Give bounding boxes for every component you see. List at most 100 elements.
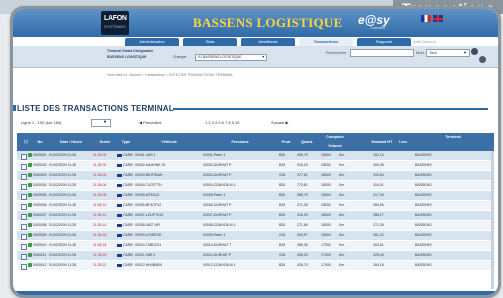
col-duration[interactable]: Durée <box>93 133 117 151</box>
fuel-type-icon <box>117 193 122 197</box>
next-page-link[interactable]: Suivant ▶ <box>271 120 289 125</box>
tab-transactions[interactable]: Transactions <box>299 38 353 46</box>
cell-date: 01/02/2009 11:28 <box>49 221 93 230</box>
cell-pers: 00009-Peter 1 <box>203 231 277 240</box>
cell-text: BASSENS <box>415 213 432 217</box>
cell-text: 18000 <box>321 173 331 177</box>
row-checkbox[interactable] <box>21 183 27 190</box>
sort-label: Mois <box>416 50 425 55</box>
col-vehicle[interactable]: Véhicule <box>135 133 203 151</box>
col-counter[interactable]: Compteur <box>319 133 351 142</box>
row-checkbox[interactable] <box>21 243 27 250</box>
cell-text: 271,66 <box>297 223 308 227</box>
cell-amt: 284,56 <box>373 201 393 210</box>
status-ok-icon <box>28 203 32 207</box>
table-row[interactable]: 0000003 01/02/2009 11:28 11:28:04 CARB 00003… <box>17 171 494 180</box>
app-header: LAFON SYSTEMES BASSENS LOGISTIQUE e@sy C… <box>13 9 498 37</box>
tab-stats[interactable]: Stats <box>183 38 237 46</box>
row-checkbox[interactable] <box>21 253 27 260</box>
cell-type: CARB <box>117 261 135 270</box>
cell-type: CARB <box>117 241 135 250</box>
row-checkbox[interactable] <box>21 163 27 170</box>
page-numbers[interactable]: 1 2 3 4 5 6 7 8 9 10 <box>205 120 239 125</box>
col-amount[interactable]: Montant HT <box>371 133 393 151</box>
cell-qty: 335,00 <box>297 251 319 260</box>
table-row[interactable]: 0000009 01/02/2009 11:28 11:28:16 CARB 00009… <box>17 231 494 240</box>
cell-text: 00001-VAR 1 <box>135 153 156 157</box>
table-scrollbar[interactable] <box>491 151 494 289</box>
col-no[interactable]: No <box>33 133 47 151</box>
col-quantity[interactable]: Quant. <box>295 133 319 151</box>
page-size-select[interactable] <box>91 119 111 127</box>
row-checkbox[interactable] <box>21 203 27 210</box>
tab-rapports[interactable]: Rapports <box>357 38 411 46</box>
search-input[interactable] <box>350 49 414 57</box>
cell-text: CARB <box>123 213 133 217</box>
row-checkbox[interactable] <box>21 173 27 180</box>
cell-text: B30 <box>279 203 286 207</box>
col-product[interactable]: Prod <box>277 133 295 151</box>
col-terminal[interactable]: Terminal <box>415 133 491 142</box>
col-person[interactable]: Personne <box>203 133 277 151</box>
table-row[interactable]: 0000010 01/02/2009 11:28 11:28:18 CARB 00010… <box>17 241 494 250</box>
cell-dur: 11:28:06 <box>93 181 117 190</box>
table-row[interactable]: 0000001 01/02/2009 11:28 11:28:00 CARB 00001… <box>17 151 494 160</box>
cell-no: 0000010 <box>33 241 49 250</box>
cell-veh: 00006-BF4CP12 <box>135 201 203 210</box>
cell-text: CARB <box>123 153 133 157</box>
cell-term: BASSENS <box>415 171 455 180</box>
status-ok-icon <box>28 193 32 197</box>
row-checkbox[interactable] <box>21 263 27 270</box>
cell-text: 316,00 <box>297 163 308 167</box>
table-row[interactable]: 0000007 01/02/2009 11:28 11:28:12 CARB 00007… <box>17 211 494 220</box>
cell-text: 00011-VAR 1 <box>135 253 156 257</box>
row-checkbox[interactable] <box>21 193 27 200</box>
cell-text: 0000011 <box>33 253 47 257</box>
company-logo[interactable]: LAFON SYSTEMES <box>101 11 129 35</box>
cell-text: 217,39 <box>373 193 384 197</box>
cell-text: BASSENS <box>415 223 432 227</box>
cell-no: 0000003 <box>33 171 49 180</box>
terminal-select[interactable]: 01 BASSENS LOGISTIQUE ▼ <box>195 54 267 61</box>
print-icon[interactable] <box>479 56 486 63</box>
terminal-select-value: 01 BASSENS LOGISTIQUE <box>198 55 242 59</box>
row-checkbox[interactable] <box>21 153 27 160</box>
col-date[interactable]: Date / Heure <box>49 133 93 151</box>
cell-veh: 00012-HH0BM00 <box>135 261 203 270</box>
table-row[interactable]: 0000011 01/02/2009 11:28 11:28:20 CARB 00011… <box>17 251 494 260</box>
row-checkbox[interactable] <box>21 223 27 230</box>
table-row[interactable]: 0000004 01/02/2009 11:28 11:28:06 CARB 00004… <box>17 181 494 190</box>
cell-prod: B30 <box>279 221 295 230</box>
row-checkbox[interactable] <box>21 233 27 240</box>
table-row[interactable]: 0000008 01/02/2009 11:28 11:28:14 CARB 00008… <box>17 221 494 230</box>
tab-identifiants[interactable]: Identifiants <box>241 38 295 46</box>
status-ok-icon <box>28 223 32 227</box>
cell-text: BASSENS <box>415 173 432 177</box>
prev-page-link[interactable]: ◀ Précédent <box>139 120 161 125</box>
col-volume[interactable]: Volume <box>319 142 351 151</box>
cell-text: Km <box>339 223 345 227</box>
cell-vol: Km <box>339 161 349 170</box>
aux-links[interactable]: Aide Déconn. <box>413 39 437 44</box>
select-all-checkbox[interactable]: ☐ <box>21 133 31 151</box>
row-checkbox[interactable] <box>21 213 27 220</box>
sort-select[interactable]: Tout ▼ <box>426 49 470 57</box>
cell-no: 0000005 <box>33 191 49 200</box>
cell-type: CARB <box>117 231 135 240</box>
prev-label: Précédent <box>143 120 162 125</box>
table-row[interactable]: 0000005 01/02/2009 11:28 11:28:08 CARB 00005… <box>17 191 494 200</box>
cell-text: CARB <box>123 163 133 167</box>
cell-text: 0000001 <box>33 153 47 157</box>
tab-administration[interactable]: Administration <box>125 38 179 46</box>
table-row[interactable]: 0000012 01/02/2009 11:28 11:28:22 CARB 00012… <box>17 261 494 270</box>
cell-text: 0000007 <box>33 213 47 217</box>
table-row[interactable]: 0000006 01/02/2009 11:28 11:28:10 CARB 00006… <box>17 201 494 210</box>
col-type[interactable]: Type <box>117 133 135 151</box>
table-row[interactable]: 0000002 01/02/2009 11:28 11:28:02 CARB 00002… <box>17 161 494 170</box>
english-flag-icon[interactable] <box>433 15 443 22</box>
cell-cpt: 18000 <box>321 211 337 220</box>
search-icon[interactable] <box>471 48 478 55</box>
col-place[interactable]: Lieu <box>393 133 413 151</box>
transactions-table: ☐ No Date / Heure Durée Type Véhicule Pe… <box>17 133 494 293</box>
french-flag-icon[interactable] <box>421 15 431 22</box>
